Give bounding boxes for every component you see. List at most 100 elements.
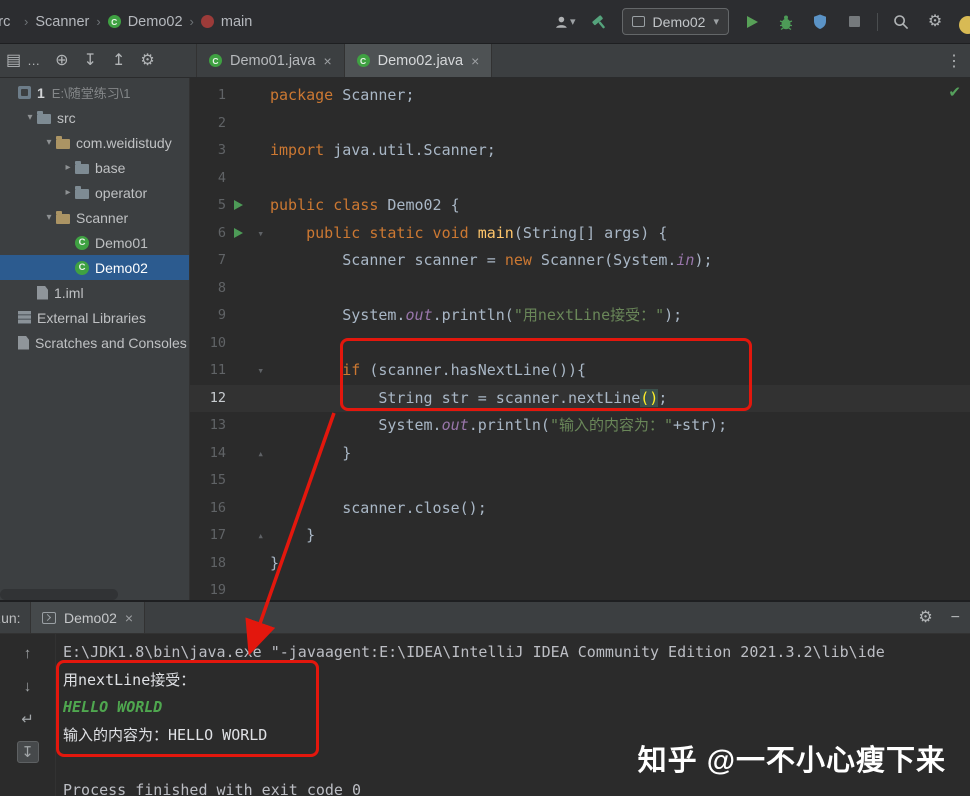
minimize-icon[interactable]: − <box>951 610 960 626</box>
breadcrumb-item-demo02[interactable]: Demo02 <box>128 14 183 30</box>
inspections-ok-icon[interactable]: ✔ <box>948 83 961 101</box>
line-number[interactable]: 5 <box>190 192 226 220</box>
editor-line-14[interactable]: 14▴ } <box>190 440 970 468</box>
settings-gear-icon[interactable]: ⚙ <box>924 11 946 33</box>
code-text[interactable]: import java.util.Scanner; <box>270 137 496 165</box>
editor-line-12[interactable]: 12 String str = scanner.nextLine(); <box>190 385 970 413</box>
collapse-all-icon[interactable]: ↥ <box>112 53 125 69</box>
line-number[interactable]: 15 <box>190 467 226 495</box>
editor-line-5[interactable]: 5 public class Demo02 { <box>190 192 970 220</box>
tree-item-com-weidistudy[interactable]: ▾com.weidistudy <box>0 130 189 155</box>
chevron-closed-icon[interactable]: ▸ <box>61 187 75 198</box>
jump-up-icon[interactable]: ↑ <box>17 642 39 664</box>
chevron-open-icon[interactable]: ▾ <box>23 112 37 123</box>
breadcrumb-item-scanner[interactable]: Scanner <box>35 14 89 30</box>
tree-item-1-iml[interactable]: 1.iml <box>0 280 189 305</box>
console-line[interactable]: 用nextLine接受： <box>63 667 970 695</box>
line-number[interactable]: 18 <box>190 550 226 578</box>
editor-line-17[interactable]: 17 ▴ } <box>190 522 970 550</box>
code-text[interactable]: System.out.println("输入的内容为："+str); <box>270 412 727 440</box>
tab-demo01-java[interactable]: CDemo01.java× <box>197 44 345 77</box>
line-number[interactable]: 4 <box>190 165 226 193</box>
editor-line-10[interactable]: 10 <box>190 330 970 358</box>
line-number[interactable]: 9 <box>190 302 226 330</box>
scroll-to-end-icon[interactable]: ↧ <box>17 741 39 763</box>
search-icon[interactable] <box>890 11 912 33</box>
tree-item-1[interactable]: 1E:\随堂练习\1 <box>0 80 189 105</box>
code-editor[interactable]: 1 package Scanner; 23 import java.util.Scan… <box>190 78 970 602</box>
code-text[interactable]: } <box>270 550 279 578</box>
soft-wrap-icon[interactable]: ↵ <box>17 708 39 730</box>
editor-line-3[interactable]: 3 import java.util.Scanner; <box>190 137 970 165</box>
tab-list-icon[interactable]: ⋮ <box>946 51 970 71</box>
breadcrumb-item-main[interactable]: main <box>221 14 252 30</box>
more-options-icon[interactable]: … <box>27 54 40 67</box>
editor-line-9[interactable]: 9 System.out.println("用nextLine接受："); <box>190 302 970 330</box>
user-account-icon[interactable]: ▾ <box>554 11 576 33</box>
line-number[interactable]: 11 <box>190 357 226 385</box>
code-text[interactable]: Scanner scanner = new Scanner(System.in)… <box>270 247 713 275</box>
tree-item-demo01[interactable]: CDemo01 <box>0 230 189 255</box>
tree-item-scratches-and-consoles[interactable]: Scratches and Consoles <box>0 330 189 355</box>
jump-down-icon[interactable]: ↓ <box>17 675 39 697</box>
coverage-button[interactable] <box>809 11 831 33</box>
editor-line-18[interactable]: 18} <box>190 550 970 578</box>
code-text[interactable]: System.out.println("用nextLine接受："); <box>270 302 682 330</box>
line-number[interactable]: 7 <box>190 247 226 275</box>
code-text[interactable]: scanner.close(); <box>270 495 487 523</box>
line-number[interactable]: 8 <box>190 275 226 303</box>
tree-item-src[interactable]: ▾src <box>0 105 189 130</box>
code-text[interactable]: } <box>270 440 351 468</box>
line-number[interactable]: 2 <box>190 110 226 138</box>
console-line[interactable]: HELLO WORLD <box>63 694 970 722</box>
line-number[interactable]: 17 <box>190 522 226 550</box>
fold-open-icon[interactable]: ▾ <box>257 220 264 248</box>
locate-file-icon[interactable]: ⊕ <box>55 53 68 69</box>
code-text[interactable]: public class Demo02 { <box>270 192 460 220</box>
tree-item-base[interactable]: ▸base <box>0 155 189 180</box>
chevron-closed-icon[interactable]: ▸ <box>61 162 75 173</box>
panel-settings-gear-icon[interactable]: ⚙ <box>140 53 154 69</box>
tree-item-operator[interactable]: ▸operator <box>0 180 189 205</box>
console-line[interactable]: Process finished with exit code 0 <box>63 777 970 796</box>
code-text[interactable]: } <box>270 522 315 550</box>
tree-item-scanner[interactable]: ▾Scanner <box>0 205 189 230</box>
editor-line-8[interactable]: 8 <box>190 275 970 303</box>
fold-open-icon[interactable]: ▾ <box>257 357 264 385</box>
editor-line-13[interactable]: 13 System.out.println("输入的内容为："+str); <box>190 412 970 440</box>
line-number[interactable]: 12 <box>190 385 226 413</box>
editor-line-1[interactable]: 1 package Scanner; <box>190 82 970 110</box>
line-number[interactable]: 3 <box>190 137 226 165</box>
run-line-icon[interactable] <box>234 228 243 238</box>
code-text[interactable]: String str = scanner.nextLine(); <box>270 385 667 413</box>
close-icon[interactable]: × <box>323 53 331 69</box>
console-settings-gear-icon[interactable]: ⚙ <box>918 610 932 626</box>
stop-button[interactable] <box>843 11 865 33</box>
editor-line-6[interactable]: 6▾ public static void main(String[] args… <box>190 220 970 248</box>
code-text[interactable]: if (scanner.hasNextLine()){ <box>270 357 586 385</box>
horizontal-scrollbar[interactable] <box>0 589 118 600</box>
fold-close-icon[interactable]: ▴ <box>257 522 264 550</box>
close-icon[interactable]: × <box>471 53 479 69</box>
editor-line-15[interactable]: 15 <box>190 467 970 495</box>
line-number[interactable]: 10 <box>190 330 226 358</box>
editor-line-16[interactable]: 16 scanner.close(); <box>190 495 970 523</box>
build-hammer-icon[interactable] <box>588 11 610 33</box>
line-number[interactable]: 1 <box>190 82 226 110</box>
line-number[interactable]: 14 <box>190 440 226 468</box>
editor-line-4[interactable]: 4 <box>190 165 970 193</box>
tab-demo02-java[interactable]: CDemo02.java× <box>345 44 493 77</box>
run-line-icon[interactable] <box>234 200 243 210</box>
editor-line-2[interactable]: 2 <box>190 110 970 138</box>
run-configuration-select[interactable]: Demo02 ▾ <box>622 8 729 35</box>
editor-line-19[interactable]: 19 <box>190 577 970 602</box>
notification-icon[interactable] <box>959 16 970 34</box>
line-number[interactable]: 6 <box>190 220 226 248</box>
line-number[interactable]: 19 <box>190 577 226 602</box>
chevron-open-icon[interactable]: ▾ <box>42 137 56 148</box>
editor-line-11[interactable]: 11 ▾ if (scanner.hasNextLine()){ <box>190 357 970 385</box>
debug-button[interactable] <box>775 11 797 33</box>
code-text[interactable]: package Scanner; <box>270 82 415 110</box>
line-number[interactable]: 16 <box>190 495 226 523</box>
tree-item-demo02[interactable]: CDemo02 <box>0 255 189 280</box>
